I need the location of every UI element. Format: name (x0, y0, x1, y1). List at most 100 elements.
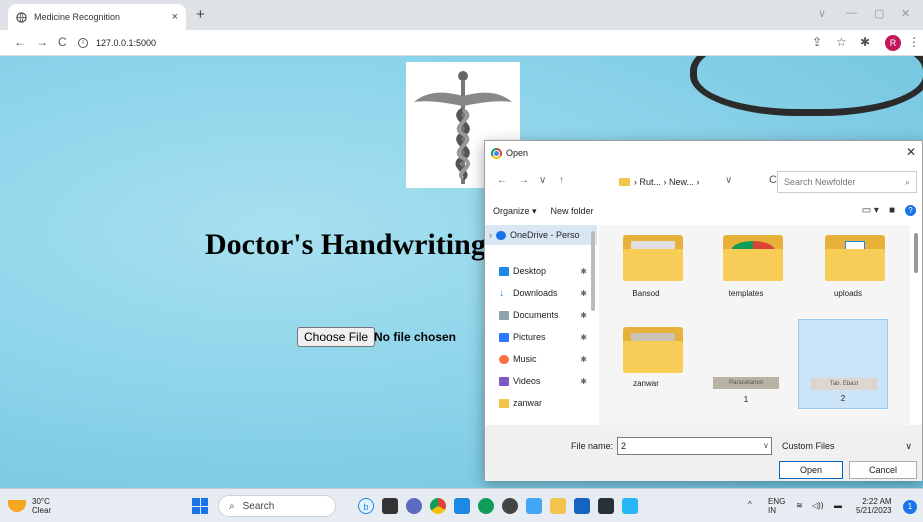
file-item-bansod[interactable]: Bansod (601, 229, 691, 319)
image-thumbnail: Paracetamol (713, 377, 779, 389)
nav-item-videos[interactable]: Videos ✱ (485, 371, 597, 391)
task-view-icon[interactable] (382, 498, 398, 514)
browser-tab[interactable]: Medicine Recognition × (8, 4, 186, 30)
url-field[interactable]: i 127.0.0.1:5000 (78, 34, 156, 52)
choose-file-button[interactable]: Choose File (297, 327, 376, 347)
nav-item-pictures[interactable]: Pictures ✱ (485, 327, 597, 347)
open-button[interactable]: Open (779, 461, 843, 479)
volume-icon[interactable]: ◁)) (812, 501, 823, 510)
breadcrumb[interactable]: › Rut... › New... › (613, 171, 768, 193)
reload-icon[interactable]: C (58, 35, 67, 49)
chat-icon[interactable] (406, 498, 422, 514)
forward-icon[interactable]: → (36, 35, 48, 49)
nav-item-label: Pictures (513, 332, 546, 342)
file-item-uploads[interactable]: uploads (803, 229, 893, 319)
weather-condition: Clear (32, 506, 52, 515)
pin-icon: ✱ (580, 288, 587, 298)
dialog-title: Open (506, 148, 529, 158)
expand-icon[interactable]: › (489, 230, 492, 240)
file-name: Bansod (632, 289, 660, 298)
terminal-icon[interactable] (598, 498, 614, 514)
wifi-icon[interactable]: ≋ (796, 501, 803, 510)
language-indicator[interactable]: ENG IN (768, 497, 785, 515)
preview-pane-icon[interactable]: ■ (889, 205, 895, 216)
taskbar-search-label: Search (242, 500, 275, 512)
info-icon[interactable]: i (78, 38, 88, 48)
file-item-2[interactable]: Tab. Ebast 2 (798, 319, 888, 409)
vscode-icon[interactable] (622, 498, 638, 514)
taskbar-search[interactable]: ⌕ Search (218, 495, 336, 517)
recent-locations-icon[interactable]: ∨ (539, 175, 546, 186)
nav-item-downloads[interactable]: ↓ Downloads ✱ (485, 283, 597, 303)
browser-tab-strip: Medicine Recognition × + ∨ — ▢ ✕ (0, 0, 923, 30)
new-tab-button[interactable]: + (196, 6, 205, 23)
language-code: ENG (768, 497, 786, 506)
view-options-icon[interactable]: ▭ ▾ (862, 205, 879, 216)
menu-icon[interactable]: ⋮ (908, 35, 920, 49)
path-dropdown-icon[interactable]: ∨ (725, 175, 732, 186)
photos-icon[interactable] (526, 498, 542, 514)
pin-icon: ✱ (580, 310, 587, 320)
nav-scrollbar[interactable] (591, 231, 595, 311)
store-icon[interactable] (574, 498, 590, 514)
pin-icon: ✱ (580, 266, 587, 276)
share-icon[interactable]: ⇪ (812, 35, 822, 49)
dialog-navigation: ← → ∨ ↑ › Rut... › New... › ∨ C Search N… (485, 165, 922, 197)
nav-item-documents[interactable]: Documents ✱ (485, 305, 597, 325)
extensions-icon[interactable]: ✱ (860, 35, 870, 49)
nav-item-music[interactable]: Music ✱ (485, 349, 597, 369)
nav-item-desktop[interactable]: Desktop ✱ (485, 261, 597, 281)
file-type-select[interactable]: Custom Files ∨ (778, 437, 916, 455)
search-icon: ⌕ (229, 500, 235, 512)
maximize-button[interactable]: ▢ (874, 7, 884, 20)
file-item-1[interactable]: Paracetamol 1 (701, 321, 791, 411)
copilot-icon[interactable]: b (358, 498, 374, 514)
file-name: zanwar (633, 379, 659, 388)
minimize-button[interactable]: — (846, 7, 857, 19)
back-icon[interactable]: ← (14, 35, 26, 49)
dialog-search-input[interactable]: Search Newfolder ⌕ (777, 171, 917, 193)
region-code: IN (768, 506, 776, 515)
file-item-templates[interactable]: templates (701, 229, 791, 319)
bookmark-star-icon[interactable]: ☆ (836, 35, 847, 49)
dialog-back-icon[interactable]: ← (497, 175, 507, 186)
notification-badge[interactable]: 1 (903, 500, 917, 514)
file-name: 1 (743, 395, 749, 404)
file-name-dropdown-icon[interactable]: ∨ (763, 441, 769, 450)
folder-icon (499, 398, 509, 408)
clock[interactable]: 2:22 AM 5/21/2023 (856, 497, 892, 515)
nav-item-label: Desktop (513, 266, 547, 276)
edge-icon[interactable] (478, 498, 494, 514)
battery-icon[interactable]: ▬ (834, 501, 842, 510)
cancel-button[interactable]: Cancel (849, 461, 917, 479)
nav-item-onedrive[interactable]: › OneDrive - Perso (485, 225, 597, 245)
weather-widget[interactable]: 30°C Clear (8, 497, 51, 515)
mail-icon[interactable] (454, 498, 470, 514)
file-list-scrollbar[interactable] (914, 233, 918, 273)
view-controls: ▭ ▾ ■ ? (862, 205, 916, 216)
tab-title: Medicine Recognition (34, 12, 121, 22)
up-folder-icon[interactable]: ↑ (559, 175, 564, 186)
profile-avatar[interactable]: R (885, 35, 901, 51)
file-explorer-icon[interactable] (550, 498, 566, 514)
pictures-icon (499, 332, 509, 342)
nav-item-zanwar[interactable]: zanwar (485, 393, 597, 413)
tab-search-icon[interactable]: ∨ (818, 7, 826, 20)
file-item-zanwar[interactable]: zanwar (601, 321, 691, 411)
refresh-icon[interactable]: C (769, 174, 777, 186)
globe-icon (16, 11, 27, 23)
dell-icon[interactable] (502, 498, 518, 514)
tab-close-icon[interactable]: × (172, 11, 178, 23)
close-window-button[interactable]: ✕ (901, 7, 910, 20)
help-icon[interactable]: ? (905, 205, 916, 216)
music-icon (499, 354, 509, 364)
navigation-pane: › OneDrive - Perso Desktop ✱ ↓ Downloads… (485, 225, 597, 425)
chrome-taskbar-icon[interactable] (430, 498, 446, 514)
dialog-close-button[interactable]: ✕ (906, 145, 916, 159)
file-name-input[interactable]: 2 (617, 437, 772, 455)
tray-overflow-icon[interactable]: ^ (748, 500, 752, 509)
organize-button[interactable]: Organize ▾ (493, 206, 537, 217)
start-button[interactable] (192, 498, 208, 514)
dialog-forward-icon[interactable]: → (519, 175, 529, 186)
new-folder-button[interactable]: New folder (551, 206, 594, 216)
